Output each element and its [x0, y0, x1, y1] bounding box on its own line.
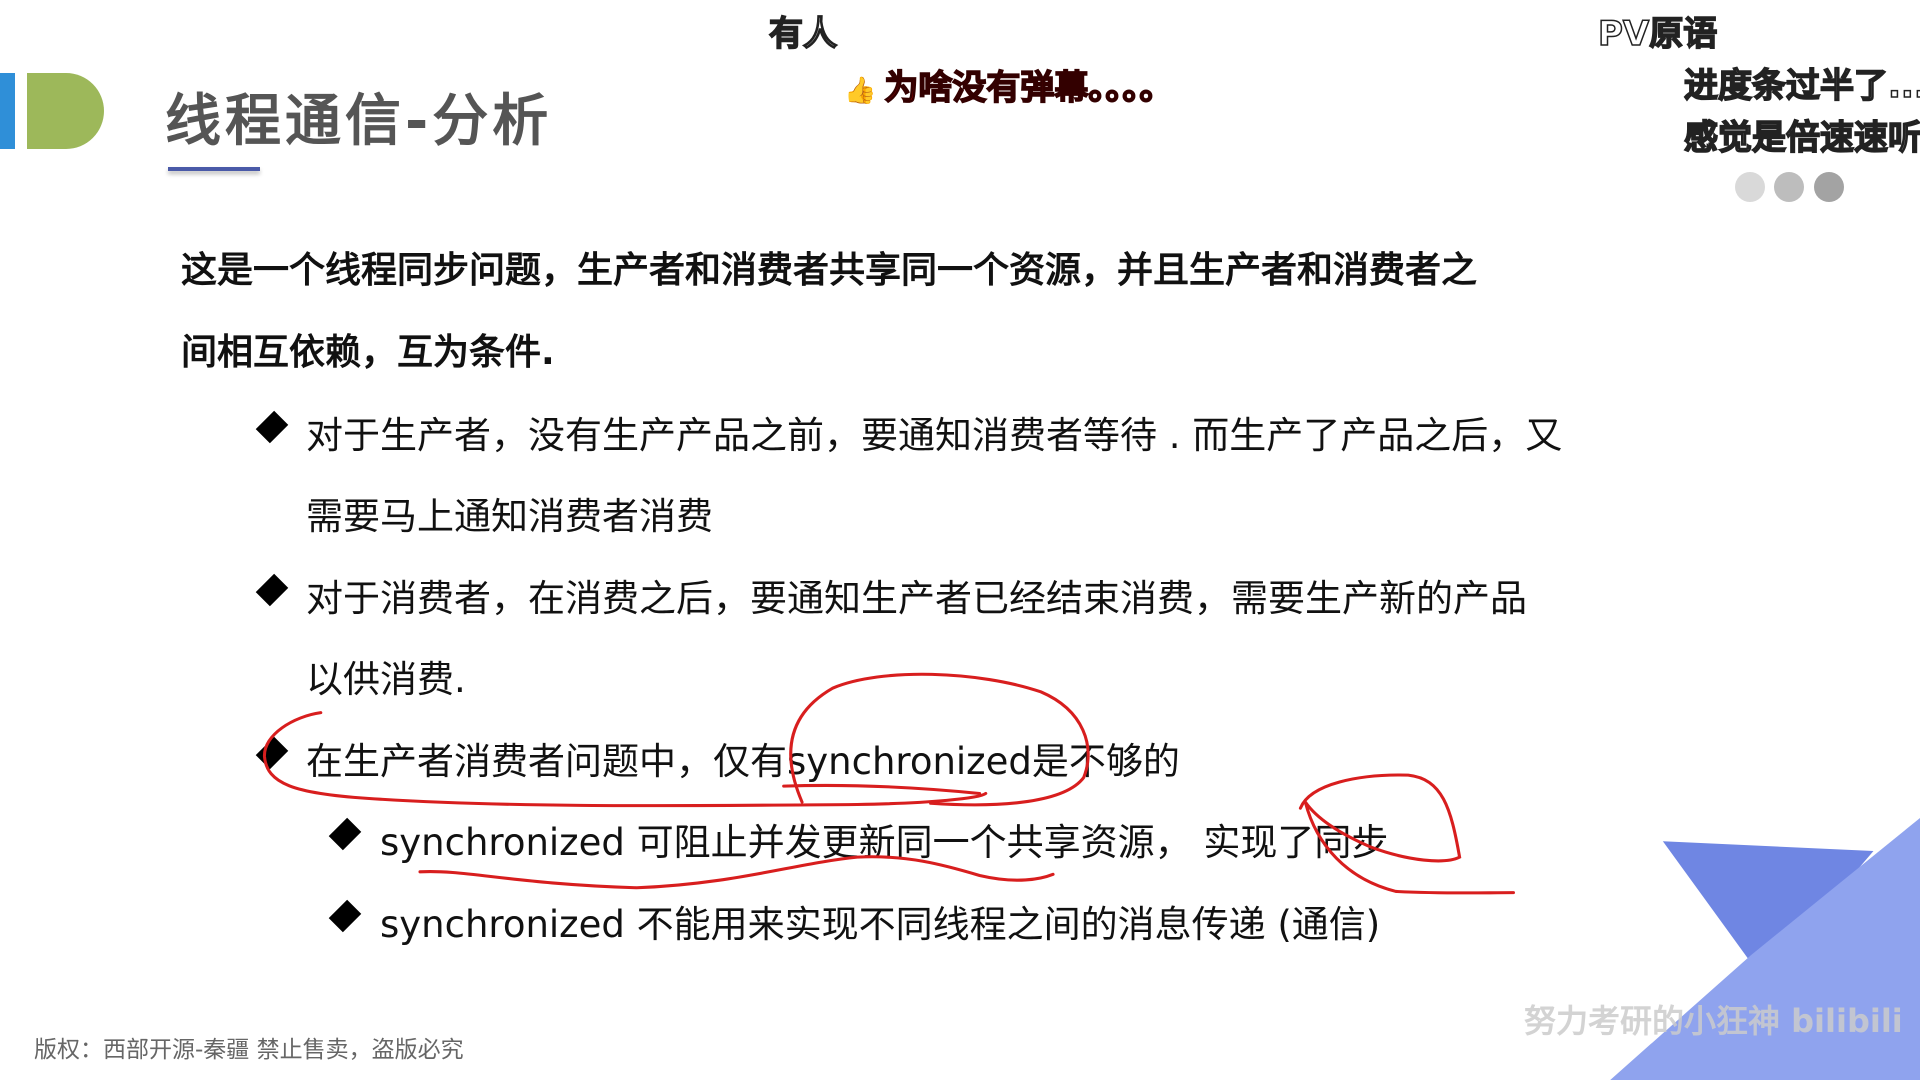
danmaku-comment: 进度条过半了...	[1683, 65, 1920, 107]
loading-dot	[1735, 172, 1765, 202]
annotation-loop	[262, 711, 988, 808]
loading-dot	[1814, 172, 1844, 202]
thumbs-up-icon: 👍	[844, 76, 877, 106]
loading-dot	[1774, 172, 1804, 202]
annotation-circle-sync	[1298, 773, 1516, 895]
danmaku-comment: PV原语	[1597, 13, 1718, 55]
danmaku-comment-highlight: 👍 为啥没有弹幕。。。。	[844, 67, 1174, 109]
danmaku-comment: 有人	[768, 13, 838, 55]
decor-layer	[262, 672, 1920, 1080]
bilibili-watermark: 努力考研的小狂神 bilibili	[1524, 1002, 1903, 1040]
annotation-wavy-underline	[418, 855, 1055, 890]
annotation-underline	[782, 783, 982, 795]
red-annotations	[262, 672, 1516, 895]
danmaku-comment: 感觉是倍速速听	[1683, 117, 1920, 159]
